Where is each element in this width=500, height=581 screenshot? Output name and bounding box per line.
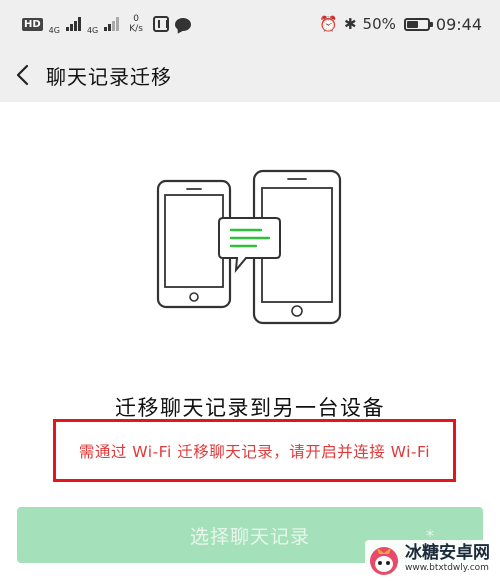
sim2-network-label: 4G xyxy=(86,25,99,35)
status-bar: HD 4G 4G 0 K/s ⏰ ✱ 50% 09:44 xyxy=(0,0,500,48)
signal-icon xyxy=(104,17,120,31)
watermark-logo-icon xyxy=(370,547,398,575)
wifi-notice-highlight: 需通过 Wi-Fi 迁移聊天记录，请开启并连接 Wi-Fi xyxy=(53,419,456,482)
status-right: ⏰ ✱ 50% 09:44 xyxy=(319,15,482,34)
site-watermark: 冰糖安卓网 www.btxtdwly.com xyxy=(365,540,494,578)
watermark-url: www.btxtdwly.com xyxy=(405,563,489,573)
select-button-label: 选择聊天记录 xyxy=(189,525,310,548)
chat-bubble-icon xyxy=(174,17,191,31)
app-header: 聊天记录迁移 xyxy=(0,48,500,102)
chevron-left-icon xyxy=(16,64,29,86)
status-time: 09:44 xyxy=(435,14,482,34)
wifi-notice-text: 需通过 Wi-Fi 迁移聊天记录，请开启并连接 Wi-Fi xyxy=(78,442,431,461)
bluetooth-icon: ✱ xyxy=(343,15,357,33)
migration-title: 迁移聊天记录到另一台设备 xyxy=(115,396,385,420)
network-speed: 0 K/s xyxy=(129,14,143,34)
watermark-text: 冰糖安卓网 www.btxtdwly.com xyxy=(405,545,490,573)
alarm-icon: ⏰ xyxy=(319,15,338,33)
sim1-network-label: 4G xyxy=(48,25,60,35)
battery-icon xyxy=(403,17,433,31)
battery-percent: 50% xyxy=(362,15,396,33)
status-left: HD 4G 4G 0 K/s xyxy=(22,14,191,35)
phone-to-phone-illustration xyxy=(156,169,342,325)
nfc-icon xyxy=(152,16,169,32)
signal-icon xyxy=(65,17,81,31)
back-button[interactable] xyxy=(0,48,46,102)
watermark-name: 冰糖安卓网 xyxy=(405,543,490,563)
speed-unit: K/s xyxy=(129,24,143,34)
page-title: 聊天记录迁移 xyxy=(46,64,172,89)
speed-value: 0 xyxy=(133,14,139,24)
hd-badge: HD xyxy=(22,17,43,31)
